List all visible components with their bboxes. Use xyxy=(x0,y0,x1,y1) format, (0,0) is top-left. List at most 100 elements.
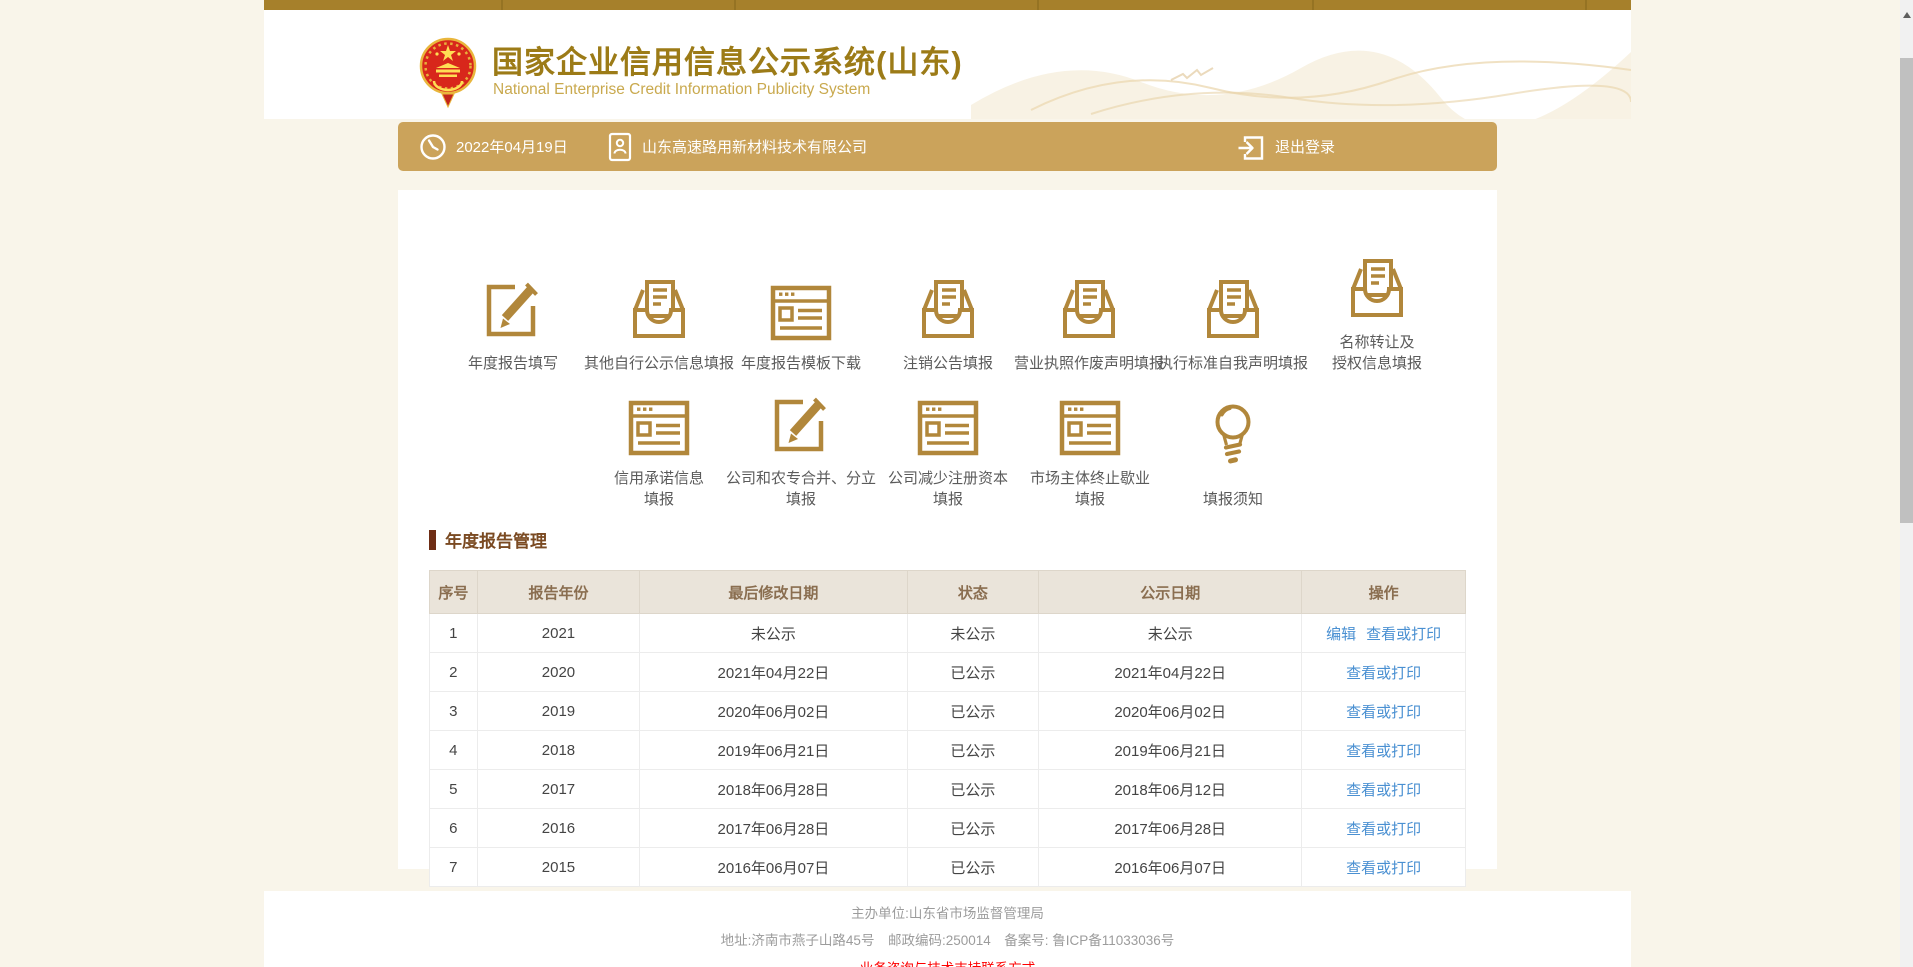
support-contact-link[interactable]: 业务咨询与技术支持联系方式 xyxy=(860,957,1036,967)
lightbulb-icon xyxy=(1209,402,1257,478)
inbox-icon xyxy=(1201,278,1265,342)
published-cell: 2020年06月02日 xyxy=(1039,692,1302,731)
actions-cell: 查看或打印 xyxy=(1302,770,1466,809)
top-nav-bar xyxy=(264,0,1631,10)
published-cell: 2017年06月28日 xyxy=(1039,809,1302,848)
status-cell: 已公示 xyxy=(907,848,1039,887)
published-cell: 2016年06月07日 xyxy=(1039,848,1302,887)
nav-divider xyxy=(734,0,736,10)
status-cell: 已公示 xyxy=(907,809,1039,848)
view-print-link[interactable]: 查看或打印 xyxy=(1346,704,1421,721)
seq-cell: 1 xyxy=(430,614,478,653)
company-name-label: 山东高速路用新材料技术有限公司 xyxy=(642,136,867,157)
footer-organizer: 主办单位:山东省市场监督管理局 xyxy=(264,891,1631,922)
inbox-icon xyxy=(916,278,980,342)
scrollbar-thumb[interactable] xyxy=(1900,58,1913,523)
edit-icon xyxy=(769,393,833,457)
year-cell: 2015 xyxy=(477,848,640,887)
logout-label: 退出登录 xyxy=(1275,136,1335,157)
logout-icon xyxy=(1236,132,1266,162)
logout-button[interactable]: 退出登录 xyxy=(1236,122,1335,171)
table-row: 6 2016 2017年06月28日 已公示 2017年06月28日 查看或打印 xyxy=(430,809,1466,848)
year-cell: 2017 xyxy=(477,770,640,809)
table-row: 1 2021 未公示 未公示 未公示 编辑查看或打印 xyxy=(430,614,1466,653)
col-year: 报告年份 xyxy=(477,571,640,614)
status-cell: 已公示 xyxy=(907,692,1039,731)
table-header-row: 序号 报告年份 最后修改日期 状态 公示日期 操作 xyxy=(430,571,1466,614)
browser-icon xyxy=(1057,399,1123,457)
view-print-link[interactable]: 查看或打印 xyxy=(1366,626,1441,643)
published-cell: 未公示 xyxy=(1039,614,1302,653)
modified-cell: 2021年04月22日 xyxy=(640,653,907,692)
modified-cell: 2017年06月28日 xyxy=(640,809,907,848)
section-marker xyxy=(429,530,436,550)
view-print-link[interactable]: 查看或打印 xyxy=(1346,743,1421,760)
scrollbar[interactable] xyxy=(1900,0,1913,967)
published-cell: 2019年06月21日 xyxy=(1039,731,1302,770)
entry-label: 填报须知 xyxy=(1203,489,1263,510)
current-date-label: 2022年04月19日 xyxy=(456,136,568,157)
table-row: 4 2018 2019年06月21日 已公示 2019年06月21日 查看或打印 xyxy=(430,731,1466,770)
national-emblem-logo xyxy=(419,31,477,113)
logged-in-company: 山东高速路用新材料技术有限公司 xyxy=(607,122,867,171)
view-print-link[interactable]: 查看或打印 xyxy=(1346,821,1421,838)
actions-cell: 查看或打印 xyxy=(1302,848,1466,887)
year-cell: 2021 xyxy=(477,614,640,653)
view-print-link[interactable]: 查看或打印 xyxy=(1346,665,1421,682)
table-row: 7 2015 2016年06月07日 已公示 2016年06月07日 查看或打印 xyxy=(430,848,1466,887)
inbox-icon xyxy=(627,278,691,342)
col-published: 公示日期 xyxy=(1039,571,1302,614)
col-seq: 序号 xyxy=(430,571,478,614)
section-heading: 年度报告管理 xyxy=(429,527,547,552)
entry-name-transfer-authorization[interactable]: 名称转让及 授权信息填报 xyxy=(1267,244,1487,374)
modified-cell: 未公示 xyxy=(640,614,907,653)
entry-label: 名称转让及 授权信息填报 xyxy=(1332,332,1422,374)
inbox-icon xyxy=(1345,257,1409,321)
nav-divider xyxy=(501,0,503,10)
up-arrow-icon xyxy=(1903,12,1911,18)
actions-cell: 查看或打印 xyxy=(1302,692,1466,731)
col-modified: 最后修改日期 xyxy=(640,571,907,614)
edit-link[interactable]: 编辑 xyxy=(1326,626,1356,643)
modified-cell: 2018年06月28日 xyxy=(640,770,907,809)
published-cell: 2018年06月12日 xyxy=(1039,770,1302,809)
entry-filing-instructions[interactable]: 填报须知 xyxy=(1123,380,1343,510)
view-print-link[interactable]: 查看或打印 xyxy=(1346,860,1421,877)
browser-icon xyxy=(626,399,692,457)
inbox-icon xyxy=(1057,278,1121,342)
year-cell: 2016 xyxy=(477,809,640,848)
edit-icon xyxy=(481,278,545,342)
seq-cell: 7 xyxy=(430,848,478,887)
col-actions: 操作 xyxy=(1302,571,1466,614)
site-subtitle: National Enterprise Credit Information P… xyxy=(493,81,870,99)
id-badge-icon xyxy=(607,132,633,162)
status-cell: 未公示 xyxy=(907,614,1039,653)
main-panel: 年度报告填写 其他自行公示信息填报 年度报告模板下载 xyxy=(398,190,1497,869)
actions-cell: 查看或打印 xyxy=(1302,653,1466,692)
year-cell: 2019 xyxy=(477,692,640,731)
entry-label: 年度报告填写 xyxy=(468,353,558,374)
seq-cell: 3 xyxy=(430,692,478,731)
nav-divider xyxy=(1312,0,1314,10)
col-status: 状态 xyxy=(907,571,1039,614)
view-print-link[interactable]: 查看或打印 xyxy=(1346,782,1421,799)
seq-cell: 2 xyxy=(430,653,478,692)
seq-cell: 4 xyxy=(430,731,478,770)
year-cell: 2020 xyxy=(477,653,640,692)
modified-cell: 2016年06月07日 xyxy=(640,848,907,887)
year-cell: 2018 xyxy=(477,731,640,770)
actions-cell: 查看或打印 xyxy=(1302,809,1466,848)
site-title: 国家企业信用信息公示系统(山东) xyxy=(492,37,963,82)
scrollbar-up-button[interactable] xyxy=(1900,0,1913,30)
modified-cell: 2020年06月02日 xyxy=(640,692,907,731)
seq-cell: 5 xyxy=(430,770,478,809)
status-cell: 已公示 xyxy=(907,653,1039,692)
actions-cell: 编辑查看或打印 xyxy=(1302,614,1466,653)
table-row: 2 2020 2021年04月22日 已公示 2021年04月22日 查看或打印 xyxy=(430,653,1466,692)
seq-cell: 6 xyxy=(430,809,478,848)
session-info-bar: 2022年04月19日 山东高速路用新材料技术有限公司 退出登录 xyxy=(398,122,1497,171)
annual-report-table: 序号 报告年份 最后修改日期 状态 公示日期 操作 1 2021 未公示 未公示… xyxy=(429,570,1466,887)
clock-icon xyxy=(419,133,447,161)
table-row: 3 2019 2020年06月02日 已公示 2020年06月02日 查看或打印 xyxy=(430,692,1466,731)
status-cell: 已公示 xyxy=(907,731,1039,770)
